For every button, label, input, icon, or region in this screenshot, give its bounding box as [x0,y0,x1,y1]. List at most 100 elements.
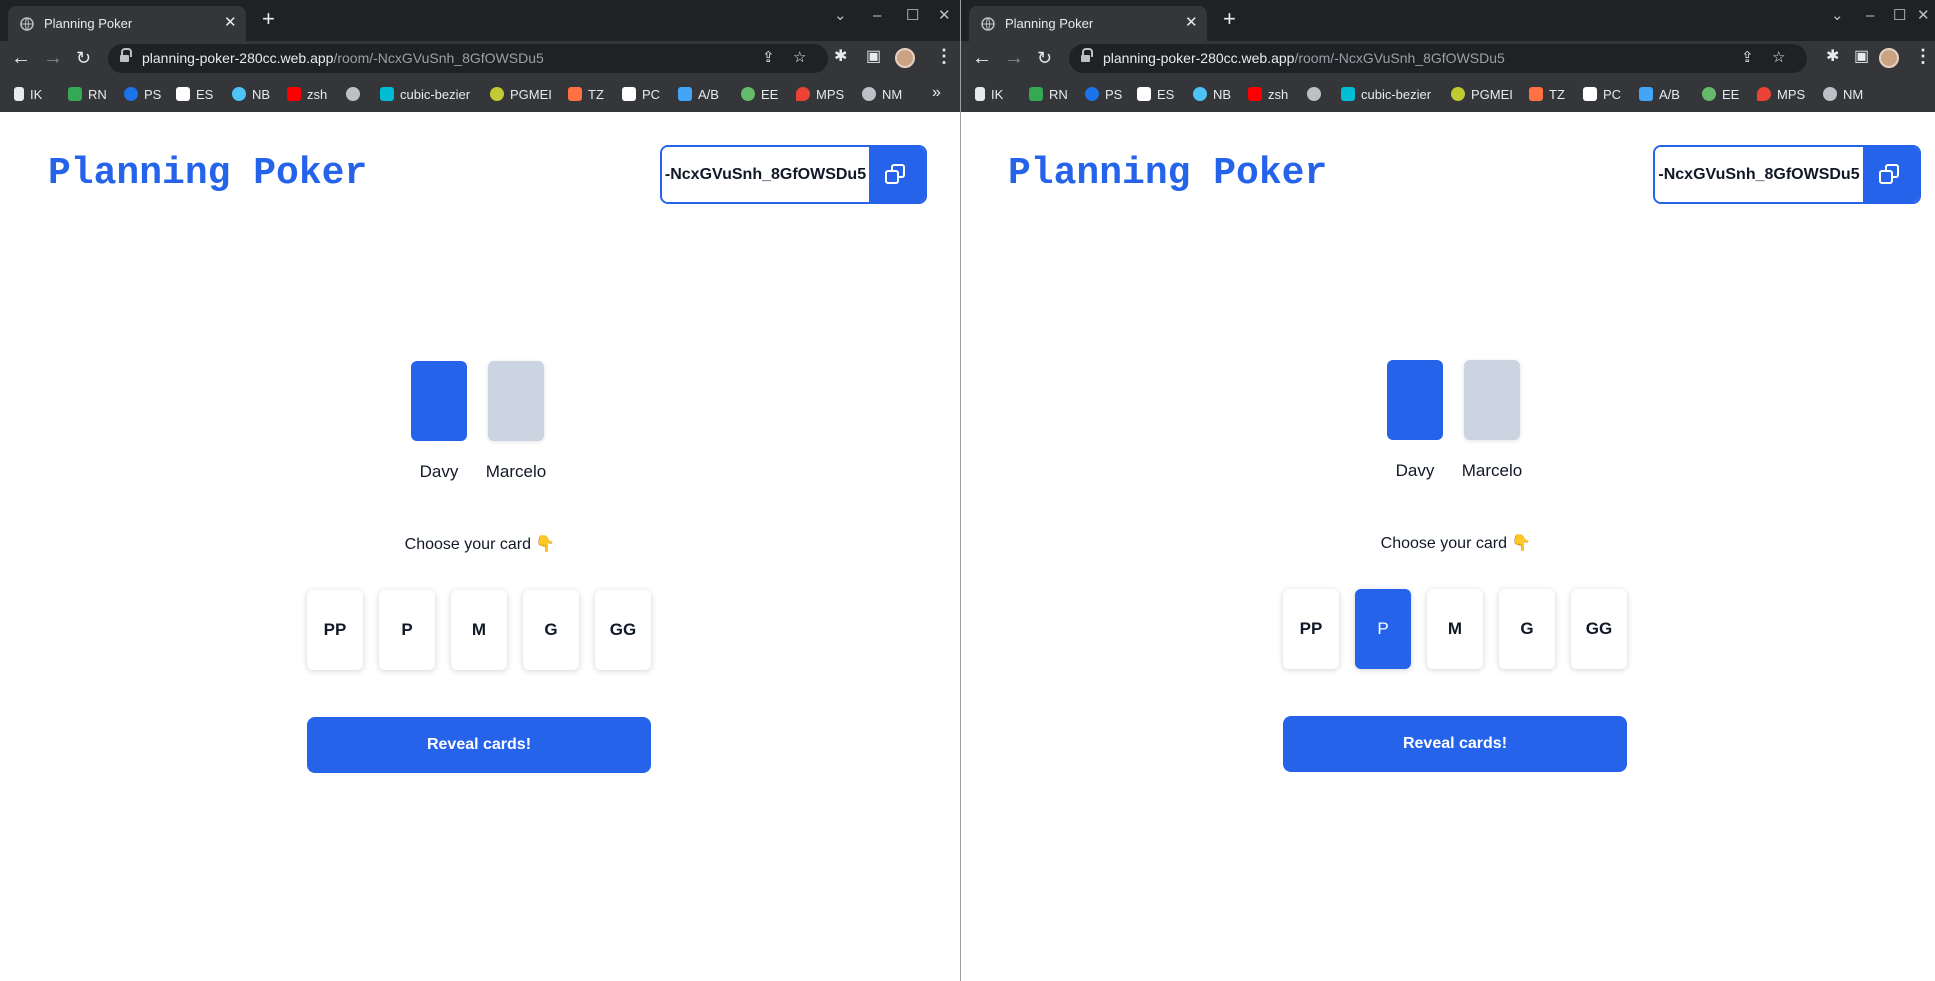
room-id-field[interactable]: -NcxGVuSnh_8GfOWSDu5 [662,147,869,202]
bookmark-pc[interactable]: PC [1583,82,1621,106]
bookmark-es-icon [1137,87,1151,101]
extensions-icon[interactable]: ✱ [1826,48,1839,66]
bookmark-tz[interactable]: TZ [568,82,604,106]
bookmark-ab[interactable]: A/B [1639,82,1680,106]
bookmark-ps[interactable]: PS [1085,82,1122,106]
bookmark-mps[interactable]: MPS [796,82,844,106]
maximize-icon[interactable]: ☐ [1893,8,1906,24]
bookmark-nm[interactable]: NM [862,82,902,106]
bookmark-ik-icon [14,87,24,101]
player-card-voted [1387,360,1443,440]
back-icon[interactable]: ← [972,47,992,69]
menu-icon[interactable]: ⋮ [935,46,953,66]
reload-icon[interactable]: ↻ [1037,47,1052,69]
player-marcelo: Marcelo [1452,360,1532,481]
bookmark-ik[interactable]: IK [975,82,1003,106]
bookmark-zsh[interactable]: zsh [1248,82,1288,106]
bookmark-pgmei[interactable]: PGMEI [1451,82,1513,106]
close-tab-icon[interactable]: ✕ [1185,15,1198,31]
bookmark-nb-icon [1193,87,1207,101]
address-bar[interactable]: planning-poker-280cc.web.app/room/-NcxGV… [108,44,828,73]
tab-search-icon[interactable]: ⌄ [1831,8,1844,24]
bookmark-cubic-bezier[interactable]: cubic-bezier [1341,82,1431,106]
close-window-icon[interactable]: ✕ [1917,8,1930,24]
bookmark-nb-icon [232,87,246,101]
avatar[interactable] [1879,48,1899,68]
tab-search-icon[interactable]: ⌄ [834,8,847,24]
player-name: Davy [1395,461,1435,480]
card-p-selected[interactable]: P [1355,589,1411,669]
share-icon[interactable]: ⇪ [1741,49,1754,67]
bookmark-rn[interactable]: RN [68,82,107,106]
bookmark-globe[interactable] [346,82,360,106]
forward-icon[interactable]: → [43,47,63,69]
url-text: planning-poker-280cc.web.app/room/-NcxGV… [142,50,544,66]
new-tab-icon[interactable]: + [262,7,275,31]
card-gg[interactable]: GG [1571,589,1627,669]
minimize-icon[interactable]: – [1866,8,1874,24]
bookmark-pc[interactable]: PC [622,82,660,106]
card-g[interactable]: G [523,590,579,670]
bookmark-ab-icon [678,87,692,101]
bookmark-zsh[interactable]: zsh [287,82,327,106]
more-bookmarks-icon[interactable]: » [932,84,941,102]
minimize-icon[interactable]: – [873,8,881,24]
close-window-icon[interactable]: ✕ [938,8,951,24]
bookmark-nm[interactable]: NM [1823,82,1863,106]
lock-icon [1081,48,1093,64]
copy-room-button[interactable] [869,147,925,202]
bookmark-es[interactable]: ES [1137,82,1174,106]
bookmark-nb[interactable]: NB [232,82,270,106]
reveal-cards-button[interactable]: Reveal cards! [1283,716,1627,772]
browser-window-right: Planning Poker ✕ + ⌄ – ☐ ✕ ← → ↻ plannin… [961,0,1935,981]
bookmark-tz[interactable]: TZ [1529,82,1565,106]
bookmark-mps[interactable]: MPS [1757,82,1805,106]
star-icon[interactable]: ☆ [793,49,806,67]
bookmark-ps[interactable]: PS [124,82,161,106]
extensions-icon[interactable]: ✱ [834,48,847,66]
page-title: Planning Poker [48,152,368,195]
bookmark-cubic-bezier[interactable]: cubic-bezier [380,82,470,106]
bookmark-rn[interactable]: RN [1029,82,1068,106]
reveal-cards-button[interactable]: Reveal cards! [307,717,651,773]
back-icon[interactable]: ← [11,47,31,69]
bookmark-globe[interactable] [1307,82,1321,106]
address-bar[interactable]: planning-poker-280cc.web.app/room/-NcxGV… [1069,44,1807,73]
forward-icon[interactable]: → [1004,47,1024,69]
side-panel-icon[interactable]: ▣ [866,48,881,66]
avatar[interactable] [895,48,915,68]
bookmark-tz-icon [568,87,582,101]
card-m[interactable]: M [451,590,507,670]
bookmark-ab[interactable]: A/B [678,82,719,106]
side-panel-icon[interactable]: ▣ [1854,48,1869,66]
card-pp[interactable]: PP [307,590,363,670]
bookmark-es[interactable]: ES [176,82,213,106]
bookmark-ee[interactable]: EE [1702,82,1739,106]
room-id-field[interactable]: -NcxGVuSnh_8GfOWSDu5 [1655,147,1863,202]
bookmark-ik[interactable]: IK [14,82,42,106]
player-name: Marcelo [485,462,547,481]
star-icon[interactable]: ☆ [1772,49,1785,67]
reload-icon[interactable]: ↻ [76,47,91,69]
player-card-waiting [1464,360,1520,440]
bookmark-pgmei[interactable]: PGMEI [490,82,552,106]
app-page: Planning Poker -NcxGVuSnh_8GfOWSDu5 Davy… [0,112,960,981]
new-tab-icon[interactable]: + [1223,7,1236,31]
card-m[interactable]: M [1427,589,1483,669]
card-p[interactable]: P [379,590,435,670]
bookmark-nm-icon [1823,87,1837,101]
share-icon[interactable]: ⇪ [762,49,775,67]
menu-icon[interactable]: ⋮ [1914,46,1932,66]
maximize-icon[interactable]: ☐ [906,8,919,24]
card-pp[interactable]: PP [1283,589,1339,669]
browser-tab[interactable]: Planning Poker ✕ [969,6,1207,41]
copy-room-button[interactable] [1863,147,1919,202]
bookmark-nb[interactable]: NB [1193,82,1231,106]
bookmark-ee[interactable]: EE [741,82,778,106]
bookmark-mps-icon [1757,87,1771,101]
card-gg[interactable]: GG [595,590,651,670]
card-g[interactable]: G [1499,589,1555,669]
close-tab-icon[interactable]: ✕ [224,15,237,31]
choose-card-prompt: Choose your card 👇 [1380,535,1532,552]
browser-tab[interactable]: Planning Poker ✕ [8,6,246,41]
